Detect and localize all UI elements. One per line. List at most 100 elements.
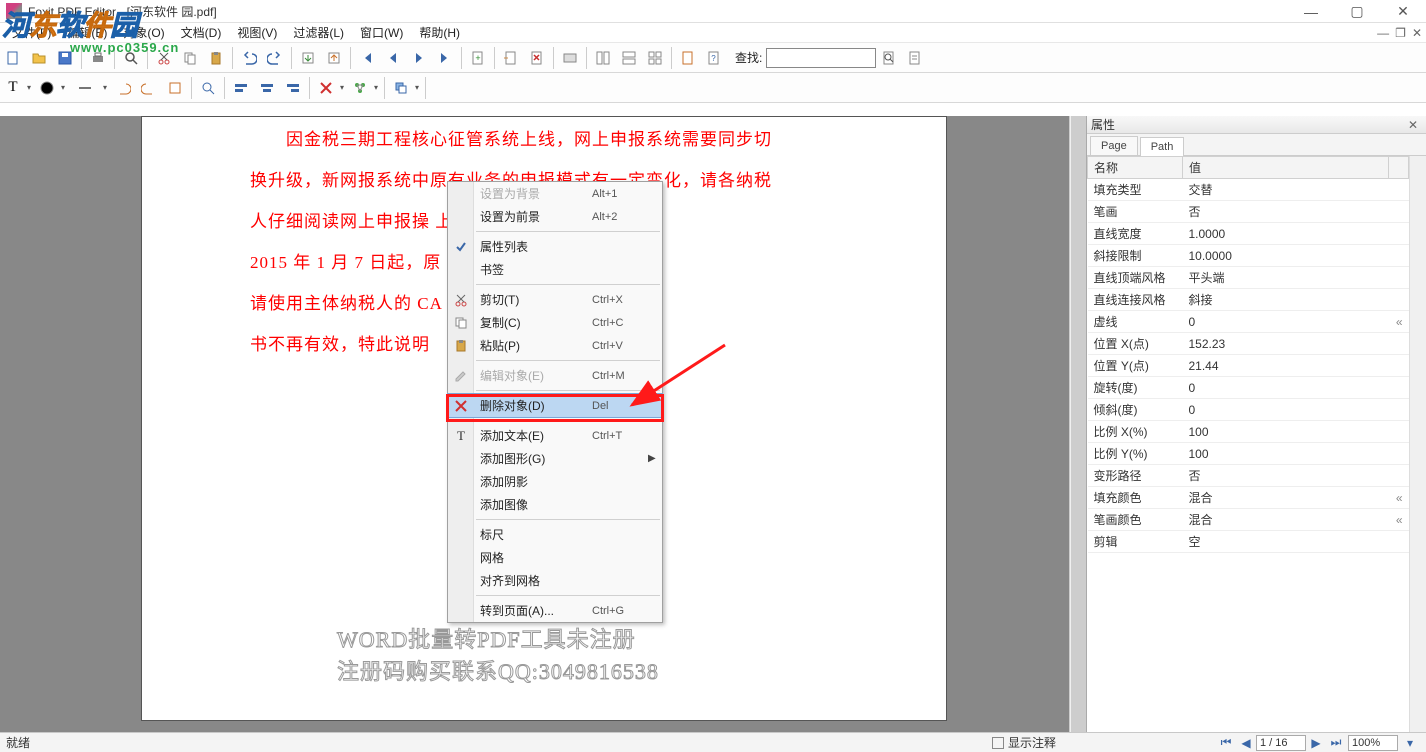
redo2-button[interactable] <box>138 77 160 99</box>
redo-button[interactable] <box>264 47 286 69</box>
layout1-button[interactable] <box>592 47 614 69</box>
paste-button[interactable] <box>205 47 227 69</box>
search-list-button[interactable] <box>904 47 926 69</box>
zoom-dropdown[interactable]: ▾ <box>1401 735 1419 751</box>
color-tool-button[interactable]: ▾ <box>36 77 58 99</box>
menu-object[interactable]: 对象(O) <box>115 22 172 43</box>
mdi-close[interactable]: ✕ <box>1412 26 1422 40</box>
minimize-button[interactable]: — <box>1288 0 1334 23</box>
find-button[interactable] <box>120 47 142 69</box>
menu-help[interactable]: 帮助(H) <box>411 22 468 43</box>
context-menu-item[interactable]: 设置为前景Alt+2 <box>448 205 662 228</box>
property-row[interactable]: 斜接限制10.0000 <box>1088 245 1409 267</box>
maximize-button[interactable]: ▢ <box>1334 0 1380 23</box>
next-page-button[interactable] <box>408 47 430 69</box>
mdi-minimize[interactable]: — <box>1377 26 1389 40</box>
property-row[interactable]: 旋转(度)0 <box>1088 377 1409 399</box>
page-indicator[interactable]: 1 / 16 <box>1256 735 1306 751</box>
context-menu-item[interactable]: T添加文本(E)Ctrl+T <box>448 424 662 447</box>
properties-tabs: Page Path <box>1087 134 1426 156</box>
menu-edit[interactable]: 编辑(E) <box>59 22 115 43</box>
show-annot-checkbox[interactable] <box>992 737 1004 749</box>
menu-view[interactable]: 视图(V) <box>229 22 285 43</box>
mdi-restore[interactable]: ❐ <box>1395 26 1406 40</box>
first-page-nav[interactable]: ⏮ <box>1217 735 1235 751</box>
save-button[interactable] <box>54 47 76 69</box>
new-button[interactable] <box>2 47 24 69</box>
text-tool-button[interactable]: T▾ <box>2 77 24 99</box>
context-menu-item[interactable]: 属性列表 <box>448 235 662 258</box>
context-menu-item[interactable]: 剪切(T)Ctrl+X <box>448 288 662 311</box>
property-row[interactable]: 位置 Y(点)21.44 <box>1088 355 1409 377</box>
options-button[interactable] <box>677 47 699 69</box>
first-page-button[interactable] <box>356 47 378 69</box>
properties-scrollbar[interactable] <box>1409 156 1426 732</box>
property-row[interactable]: 直线宽度1.0000 <box>1088 223 1409 245</box>
export-button[interactable] <box>323 47 345 69</box>
insert-before-button[interactable] <box>500 47 522 69</box>
property-row[interactable]: 填充类型交替 <box>1088 179 1409 201</box>
property-row[interactable]: 直线顶端风格平头端 <box>1088 267 1409 289</box>
tab-page[interactable]: Page <box>1090 136 1138 155</box>
context-menu-item[interactable]: 书签 <box>448 258 662 281</box>
property-row[interactable]: 倾斜(度)0 <box>1088 399 1409 421</box>
zoom-tool-button[interactable] <box>197 77 219 99</box>
property-row[interactable]: 比例 Y(%)100 <box>1088 443 1409 465</box>
property-row[interactable]: 笔画颜色混合« <box>1088 509 1409 531</box>
context-menu-item[interactable]: 网格 <box>448 546 662 569</box>
properties-close-button[interactable]: ✕ <box>1404 118 1422 132</box>
open-button[interactable] <box>28 47 50 69</box>
undo2-button[interactable] <box>112 77 134 99</box>
import-button[interactable] <box>297 47 319 69</box>
context-menu-item[interactable]: 添加图形(G)▶ <box>448 447 662 470</box>
menu-window[interactable]: 窗口(W) <box>352 22 411 43</box>
context-menu-item[interactable]: 添加阴影 <box>448 470 662 493</box>
context-menu-item[interactable]: 复制(C)Ctrl+C <box>448 311 662 334</box>
print-button[interactable] <box>87 47 109 69</box>
insert-page-button[interactable]: + <box>467 47 489 69</box>
property-row[interactable]: 直线连接风格斜接 <box>1088 289 1409 311</box>
cut-button[interactable] <box>153 47 175 69</box>
prev-page-nav[interactable]: ◀ <box>1237 735 1255 751</box>
context-menu-item[interactable]: 对齐到网格 <box>448 569 662 592</box>
property-row[interactable]: 笔画否 <box>1088 201 1409 223</box>
align2-button[interactable] <box>256 77 278 99</box>
search-input[interactable] <box>766 48 876 68</box>
align3-button[interactable] <box>282 77 304 99</box>
context-menu-item[interactable]: 转到页面(A)...Ctrl+G <box>448 599 662 622</box>
align1-button[interactable] <box>230 77 252 99</box>
search-go-button[interactable] <box>878 47 900 69</box>
menu-document[interactable]: 文档(D) <box>173 22 230 43</box>
context-menu-item[interactable]: 添加图像 <box>448 493 662 516</box>
property-row[interactable]: 虚线0« <box>1088 311 1409 333</box>
tab-path[interactable]: Path <box>1140 137 1185 156</box>
layer-tool-button[interactable]: ▾ <box>390 77 412 99</box>
layout3-button[interactable] <box>644 47 666 69</box>
delete-tool-button[interactable]: ▾ <box>315 77 337 99</box>
zoom-indicator[interactable]: 100% <box>1348 735 1398 751</box>
undo-button[interactable] <box>238 47 260 69</box>
property-row[interactable]: 剪辑空 <box>1088 531 1409 553</box>
property-row[interactable]: 位置 X(点)152.23 <box>1088 333 1409 355</box>
prev-page-button[interactable] <box>382 47 404 69</box>
property-row[interactable]: 变形路径否 <box>1088 465 1409 487</box>
delete-page-button[interactable] <box>526 47 548 69</box>
copy-button[interactable] <box>179 47 201 69</box>
next-page-nav[interactable]: ▶ <box>1307 735 1325 751</box>
help-button[interactable]: ? <box>703 47 725 69</box>
layout2-button[interactable] <box>618 47 640 69</box>
menu-filter[interactable]: 过滤器(L) <box>285 22 352 43</box>
group-tool-button[interactable]: ▾ <box>349 77 371 99</box>
doc-scrollbar-vertical[interactable] <box>1069 116 1086 732</box>
last-page-button[interactable] <box>434 47 456 69</box>
context-menu-item[interactable]: 标尺 <box>448 523 662 546</box>
property-row[interactable]: 比例 X(%)100 <box>1088 421 1409 443</box>
line-tool-button[interactable]: ▾ <box>70 77 100 99</box>
paste-icon <box>448 339 474 353</box>
close-button[interactable]: ✕ <box>1380 0 1426 23</box>
property-row[interactable]: 填充颜色混合« <box>1088 487 1409 509</box>
tool3-button[interactable] <box>164 77 186 99</box>
last-page-nav[interactable]: ⏭ <box>1327 735 1345 751</box>
properties-button[interactable] <box>559 47 581 69</box>
menu-file[interactable]: 文件(F) <box>4 22 59 43</box>
